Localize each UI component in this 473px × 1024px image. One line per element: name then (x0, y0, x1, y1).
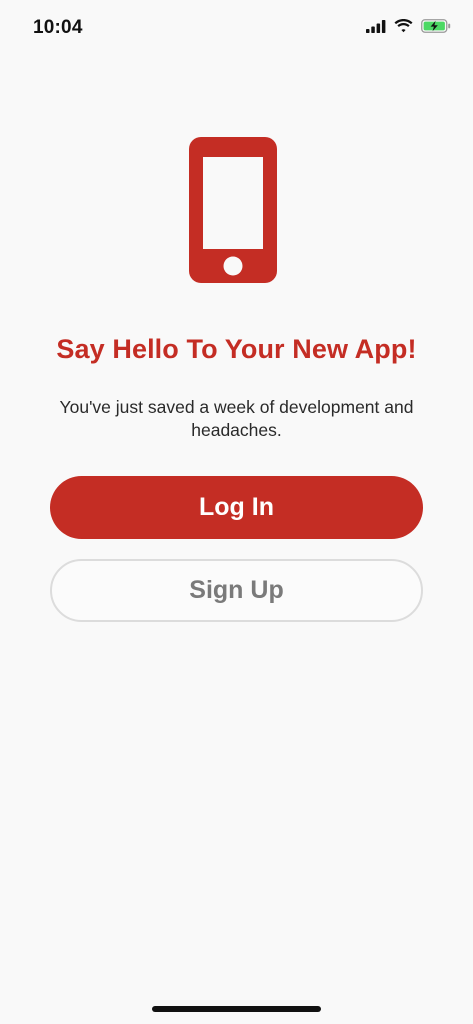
welcome-subtext: You've just saved a week of development … (59, 397, 414, 440)
login-button[interactable]: Log In (50, 476, 423, 539)
battery-charging-icon (421, 19, 451, 33)
welcome-headline: Say Hello To Your New App! (56, 334, 417, 364)
smartphone-icon (189, 137, 277, 283)
signup-button[interactable]: Sign Up (50, 559, 423, 622)
status-icons (366, 19, 451, 33)
cellular-signal-icon (366, 19, 386, 33)
wifi-icon (394, 19, 413, 33)
status-time: 10:04 (33, 17, 83, 38)
status-bar: 10:04 (0, 0, 473, 56)
home-indicator[interactable] (152, 1006, 321, 1012)
